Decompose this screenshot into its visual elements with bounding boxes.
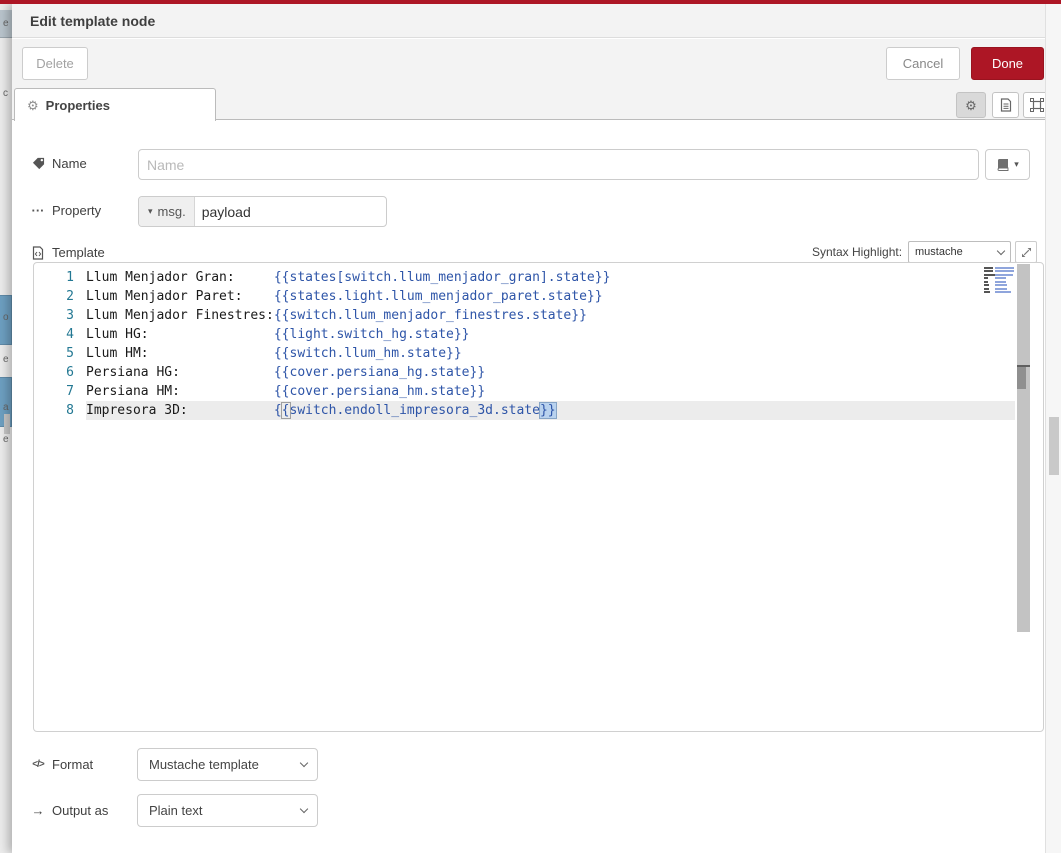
- dialog-title: Edit template node: [30, 4, 155, 38]
- format-label-text: Format: [52, 757, 93, 772]
- workspace-text-fragment: e: [3, 18, 9, 29]
- chevron-down-icon: [300, 759, 308, 767]
- dialog-toolbar: Delete Cancel Done: [12, 39, 1045, 88]
- workspace-text-fragment: c: [3, 88, 8, 99]
- line-content: Llum Menjador Paret: {{states.light.llum…: [86, 287, 1015, 306]
- line-number: 8: [34, 401, 74, 420]
- gear-icon: ⚙: [965, 99, 977, 112]
- line-content: Llum HG: {{light.switch_hg.state}}: [86, 325, 1015, 344]
- format-row-label: </> Format: [30, 757, 93, 772]
- workspace-text-fragment: e: [3, 434, 9, 445]
- workspace-text-fragment: a: [3, 402, 9, 413]
- line-number: 7: [34, 382, 74, 401]
- app-header-bar: [0, 0, 1061, 4]
- line-number: 6: [34, 363, 74, 382]
- node-description-button[interactable]: [992, 92, 1019, 118]
- chevron-down-icon: [300, 805, 308, 813]
- page-scrollbar[interactable]: [1045, 4, 1061, 853]
- dialog-header: Edit template node: [12, 4, 1045, 38]
- editor-line[interactable]: 3 Llum Menjador Finestres:{{switch.llum_m…: [34, 306, 1043, 325]
- name-label-text: Name: [52, 156, 87, 171]
- editor-line[interactable]: 7 Persiana HM: {{cover.persiana_hm.state}…: [34, 382, 1043, 401]
- output-label-text: Output as: [52, 803, 108, 818]
- tag-icon: [30, 157, 46, 170]
- minimap-line: [984, 291, 1017, 295]
- cancel-button[interactable]: Cancel: [886, 47, 960, 80]
- tab-properties[interactable]: ⚙ Properties: [14, 88, 216, 121]
- workspace-text-fragment: o: [3, 312, 9, 323]
- format-select[interactable]: Mustache template: [137, 748, 318, 781]
- line-content: Llum HM: {{switch.llum_hm.state}}: [86, 344, 1015, 363]
- arrow-right-icon: →: [30, 803, 46, 818]
- ellipsis-icon: ···: [30, 203, 46, 218]
- editor-line[interactable]: 4 Llum HG: {{light.switch_hg.state}}: [34, 325, 1043, 344]
- editor-lines: 1 Llum Menjador Gran: {{states[switch.llu…: [34, 268, 1043, 420]
- editor-minimap[interactable]: [984, 266, 1017, 294]
- property-typed-input: ▾ msg. payload: [138, 196, 387, 227]
- output-select[interactable]: Plain text: [137, 794, 318, 827]
- label-options-button[interactable]: ▾: [985, 149, 1030, 180]
- editor-line[interactable]: 6 Persiana HG: {{cover.persiana_hg.state}…: [34, 363, 1043, 382]
- line-content: Persiana HM: {{cover.persiana_hm.state}}: [86, 382, 1015, 401]
- output-row-label: → Output as: [30, 803, 108, 818]
- line-number: 2: [34, 287, 74, 306]
- template-label-text: Template: [52, 245, 105, 260]
- editor-line[interactable]: 1 Llum Menjador Gran: {{states[switch.llu…: [34, 268, 1043, 287]
- syntax-highlight-label: Syntax Highlight:: [812, 245, 902, 259]
- line-content: Impresora 3D: {{switch.endoll_impresora_…: [86, 401, 1015, 420]
- template-row-label: Template: [30, 245, 105, 260]
- line-number: 4: [34, 325, 74, 344]
- editor-scrollbar[interactable]: [1017, 264, 1030, 632]
- workspace-backdrop: e c o e a e: [0, 4, 12, 853]
- property-row-label: ··· Property: [30, 203, 101, 218]
- editor-line[interactable]: 8 Impresora 3D: {{switch.endoll_impresora…: [34, 401, 1043, 420]
- line-number: 1: [34, 268, 74, 287]
- property-label-text: Property: [52, 203, 101, 218]
- code-icon: </>: [30, 759, 46, 770]
- output-select-value: Plain text: [149, 803, 202, 818]
- tab-properties-label: Properties: [46, 98, 110, 113]
- tab-strip: ⚙ Properties ⚙: [12, 88, 1045, 120]
- page-scrollbar-thumb[interactable]: [1049, 417, 1059, 475]
- property-type-label: msg.: [158, 204, 186, 219]
- chevron-down-icon: [997, 246, 1005, 254]
- line-number: 5: [34, 344, 74, 363]
- format-select-value: Mustache template: [149, 757, 259, 772]
- done-button[interactable]: Done: [971, 47, 1044, 80]
- line-content: Llum Menjador Gran: {{states[switch.llum…: [86, 268, 1015, 287]
- line-content: Llum Menjador Finestres:{{switch.llum_me…: [86, 306, 1015, 325]
- caret-down-icon: ▾: [1014, 159, 1019, 170]
- editor-scrollbar-thumb[interactable]: [1017, 367, 1026, 389]
- expand-arrows-icon: [1021, 247, 1032, 258]
- selection-frame-icon: [1030, 98, 1044, 112]
- delete-button[interactable]: Delete: [22, 47, 88, 80]
- properties-gear-icon: ⚙: [27, 99, 39, 112]
- template-code-editor[interactable]: 1 Llum Menjador Gran: {{states[switch.llu…: [33, 262, 1044, 732]
- editor-expand-button[interactable]: [1015, 241, 1037, 263]
- book-icon: [996, 158, 1010, 171]
- property-type-button[interactable]: ▾ msg.: [139, 197, 195, 226]
- file-code-icon: [30, 246, 46, 260]
- workspace-text-fragment: e: [3, 354, 9, 365]
- property-value[interactable]: payload: [195, 197, 251, 226]
- edit-properties-button[interactable]: ⚙: [956, 92, 986, 118]
- syntax-highlight-value: mustache: [915, 246, 963, 258]
- editor-line[interactable]: 2 Llum Menjador Paret: {{states.light.llu…: [34, 287, 1043, 306]
- name-row-label: Name: [30, 156, 87, 171]
- workspace-scrollbar-fragment: [4, 414, 10, 434]
- caret-down-icon: ▾: [148, 206, 153, 217]
- syntax-highlight-select[interactable]: mustache: [908, 241, 1011, 263]
- name-input[interactable]: [138, 149, 979, 180]
- line-content: Persiana HG: {{cover.persiana_hg.state}}: [86, 363, 1015, 382]
- editor-line[interactable]: 5 Llum HM: {{switch.llum_hm.state}}: [34, 344, 1043, 363]
- document-icon: [1000, 98, 1012, 112]
- line-number: 3: [34, 306, 74, 325]
- edit-template-dialog: Edit template node Delete Cancel Done ⚙ …: [12, 4, 1045, 853]
